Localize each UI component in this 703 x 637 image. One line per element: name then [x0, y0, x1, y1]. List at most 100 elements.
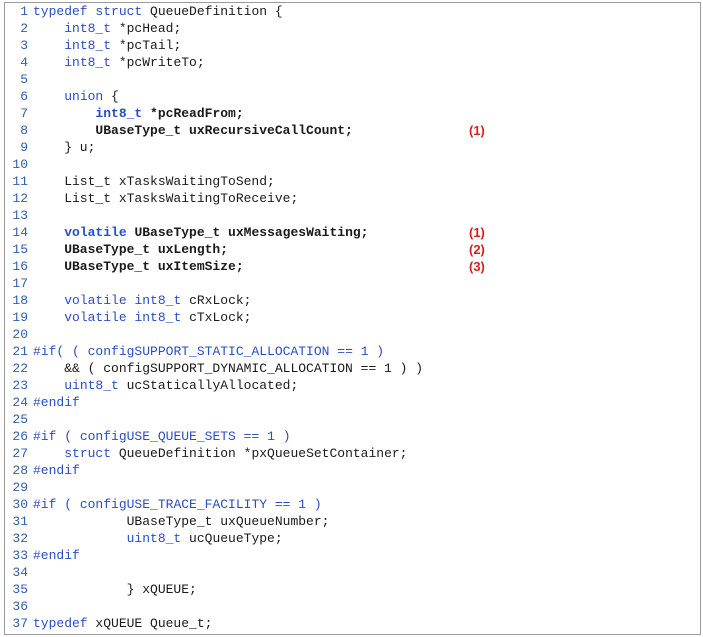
code-text: typedef xQUEUE Queue_t;	[33, 616, 213, 631]
code-line: 6 union {	[5, 88, 700, 105]
line-number: 14	[12, 225, 28, 240]
code-line: 35 } xQUEUE;	[5, 581, 700, 598]
code-text: #if( ( configSUPPORT_STATIC_ALLOCATION =…	[33, 344, 385, 359]
line-number: 35	[12, 582, 28, 597]
line-number: 25	[12, 412, 28, 427]
code-text: uint8_t ucStaticallyAllocated;	[64, 378, 299, 393]
line-number: 7	[20, 106, 28, 121]
line-number: 28	[12, 463, 28, 478]
code-line: 14 volatile UBaseType_t uxMessagesWaitin…	[5, 224, 700, 241]
code-line: 8 UBaseType_t uxRecursiveCallCount; (1)	[5, 122, 700, 139]
code-text: UBaseType_t uxLength;	[33, 242, 229, 257]
line-number: 26	[12, 429, 28, 444]
code-line: 16 UBaseType_t uxItemSize; (3)	[5, 258, 700, 275]
code-line: 23 uint8_t ucStaticallyAllocated;	[5, 377, 700, 394]
code-line: 22 && ( configSUPPORT_DYNAMIC_ALLOCATION…	[5, 360, 700, 377]
code-text: && ( configSUPPORT_DYNAMIC_ALLOCATION ==…	[33, 361, 424, 376]
line-number: 22	[12, 361, 28, 376]
code-line: 3 int8_t *pcTail;	[5, 37, 700, 54]
code-line: 10	[5, 156, 700, 173]
code-text: int8_t *pcReadFrom;	[95, 106, 244, 121]
line-number: 13	[12, 208, 28, 223]
code-listing: 1 typedef struct QueueDefinition {2 int8_…	[4, 2, 701, 635]
line-number: 18	[12, 293, 28, 308]
line-number: 29	[12, 480, 28, 495]
code-text: } xQUEUE;	[33, 582, 197, 597]
line-number: 30	[12, 497, 28, 512]
code-line: 25	[5, 411, 700, 428]
line-number: 1	[20, 4, 28, 19]
code-text: UBaseType_t uxItemSize;	[33, 259, 244, 274]
line-number: 5	[20, 72, 28, 87]
code-line: 27 struct QueueDefinition *pxQueueSetCon…	[5, 445, 700, 462]
code-line: 26 #if ( configUSE_QUEUE_SETS == 1 )	[5, 428, 700, 445]
code-line: 32 uint8_t ucQueueType;	[5, 530, 700, 547]
line-number: 32	[12, 531, 28, 546]
code-text: #if ( configUSE_TRACE_FACILITY == 1 )	[33, 497, 322, 512]
line-number: 3	[20, 38, 28, 53]
annotation-marker: (3)	[469, 259, 485, 274]
code-line: 28 #endif	[5, 462, 700, 479]
code-line: 36	[5, 598, 700, 615]
code-line: 18 volatile int8_t cRxLock;	[5, 292, 700, 309]
code-line: 12 List_t xTasksWaitingToReceive;	[5, 190, 700, 207]
annotation-marker: (1)	[469, 123, 485, 138]
code-line: 30 #if ( configUSE_TRACE_FACILITY == 1 )	[5, 496, 700, 513]
line-number: 17	[12, 276, 28, 291]
code-line: 13	[5, 207, 700, 224]
line-number: 33	[12, 548, 28, 563]
code-text: int8_t *pcHead;	[64, 21, 182, 36]
code-text: volatile int8_t cRxLock;	[64, 293, 252, 308]
code-line: 11 List_t xTasksWaitingToSend;	[5, 173, 700, 190]
code-text: UBaseType_t uxRecursiveCallCount;	[33, 123, 353, 138]
code-text: UBaseType_t uxQueueNumber;	[33, 514, 330, 529]
code-text: } u;	[33, 140, 96, 155]
code-line: 33 #endif	[5, 547, 700, 564]
line-number: 11	[12, 174, 28, 189]
annotation-marker: (1)	[469, 225, 485, 240]
line-number: 23	[12, 378, 28, 393]
line-number: 4	[20, 55, 28, 70]
annotation-marker: (2)	[469, 242, 485, 257]
code-line: 29	[5, 479, 700, 496]
line-number: 27	[12, 446, 28, 461]
code-line: 1 typedef struct QueueDefinition {	[5, 3, 700, 20]
code-line: 24 #endif	[5, 394, 700, 411]
line-number: 37	[12, 616, 28, 631]
line-number: 19	[12, 310, 28, 325]
code-line: 15 UBaseType_t uxLength; (2)	[5, 241, 700, 258]
code-text: #if ( configUSE_QUEUE_SETS == 1 )	[33, 429, 291, 444]
line-number: 31	[12, 514, 28, 529]
line-number: 24	[12, 395, 28, 410]
code-line: 17	[5, 275, 700, 292]
code-text: int8_t *pcTail;	[64, 38, 182, 53]
code-text: List_t xTasksWaitingToReceive;	[33, 191, 299, 206]
code-text: #endif	[33, 463, 80, 478]
code-line: 34	[5, 564, 700, 581]
code-line: 7 int8_t *pcReadFrom;	[5, 105, 700, 122]
code-line: 19 volatile int8_t cTxLock;	[5, 309, 700, 326]
line-number: 34	[12, 565, 28, 580]
code-line: 9 } u;	[5, 139, 700, 156]
code-text: struct QueueDefinition *pxQueueSetContai…	[64, 446, 408, 461]
line-number: 16	[12, 259, 28, 274]
code-text: volatile UBaseType_t uxMessagesWaiting;	[64, 225, 369, 240]
code-line: 2 int8_t *pcHead;	[5, 20, 700, 37]
code-text: uint8_t ucQueueType;	[126, 531, 283, 546]
code-line: 20	[5, 326, 700, 343]
code-text: #endif	[33, 548, 80, 563]
line-number: 2	[20, 21, 28, 36]
line-number: 21	[12, 344, 28, 359]
code-text: union {	[64, 89, 119, 104]
code-line: 37 typedef xQUEUE Queue_t;	[5, 615, 700, 632]
code-line: 31 UBaseType_t uxQueueNumber;	[5, 513, 700, 530]
code-text: int8_t *pcWriteTo;	[64, 55, 205, 70]
line-number: 6	[20, 89, 28, 104]
line-number: 12	[12, 191, 28, 206]
line-number: 9	[20, 140, 28, 155]
code-text: typedef struct QueueDefinition {	[33, 4, 283, 19]
code-text: volatile int8_t cTxLock;	[64, 310, 252, 325]
line-number: 36	[12, 599, 28, 614]
line-number: 15	[12, 242, 28, 257]
code-line: 5	[5, 71, 700, 88]
